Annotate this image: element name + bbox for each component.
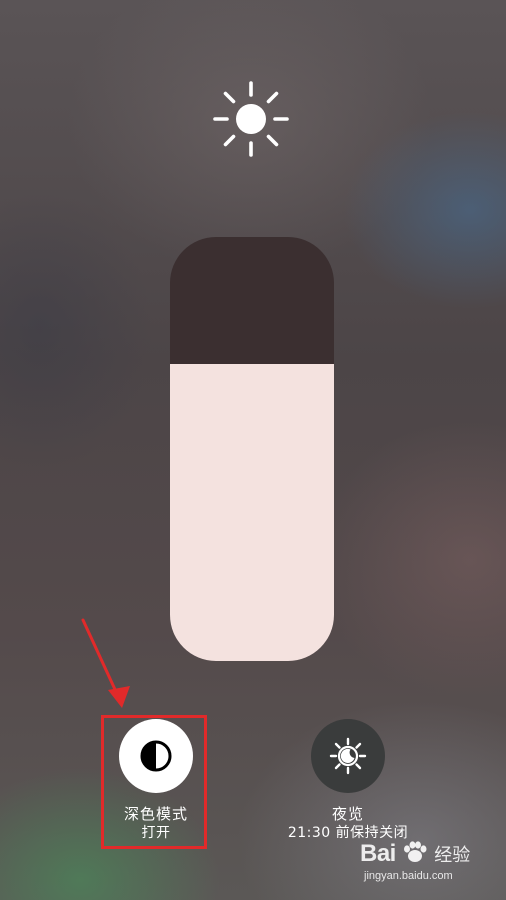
baidu-jingyan-watermark: Bai 经验 jingyan.baidu.com — [360, 840, 500, 895]
night-shift-control[interactable]: 夜览 21:30 前保持关闭 — [273, 719, 423, 843]
night-shift-button[interactable] — [311, 719, 385, 793]
night-shift-label: 夜览 — [331, 805, 364, 823]
brightness-slider-fill — [170, 364, 334, 661]
annotation-arrow-icon — [81, 618, 130, 708]
night-shift-icon — [329, 737, 367, 775]
annotation-highlight-box — [101, 715, 207, 849]
watermark-site: jingyan.baidu.com — [364, 870, 453, 882]
sun-icon — [213, 81, 289, 157]
watermark-brand: Bai 经验 — [360, 840, 471, 867]
brightness-slider[interactable] — [170, 237, 334, 661]
paw-icon — [404, 841, 427, 862]
